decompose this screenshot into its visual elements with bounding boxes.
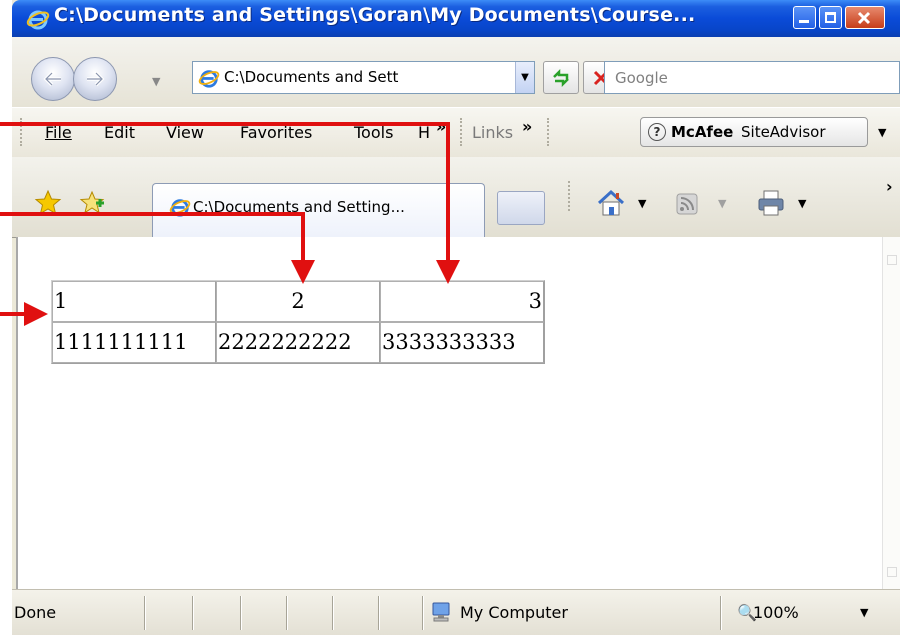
scroll-down-grip[interactable] [887,567,897,577]
status-divider [422,596,424,630]
address-input[interactable]: C:\Documents and Sett [224,68,489,86]
menu-bar: File Edit View Favorites Tools H » Links… [12,107,900,158]
table-cell: 1 [52,281,216,322]
title-bar[interactable]: C:\Documents and Settings\Goran\My Docum… [12,0,900,37]
menu-file-label: File [45,123,72,142]
status-divider [192,596,194,630]
minimize-icon [799,20,809,23]
links-button[interactable]: Links [472,123,513,142]
ie-page-icon [169,199,191,217]
maximize-icon [825,12,836,23]
feeds-dropdown-icon[interactable]: ▼ [718,197,726,210]
refresh-icon [553,68,569,88]
menu-overflow-chevron[interactable]: » [436,117,446,136]
status-divider [240,596,242,630]
menu-edit-label: Edit [104,123,135,142]
forward-button[interactable] [73,57,117,101]
table-cell: 2222222222 [216,322,380,363]
home-icon[interactable] [596,189,626,217]
vertical-scrollbar[interactable] [882,237,900,589]
print-icon[interactable] [756,189,786,217]
mcafee-product-label: SiteAdvisor [741,123,826,141]
table-cell: 1111111111 [52,322,216,363]
chevron-down-icon[interactable]: ▼ [515,62,534,93]
menu-separator [460,118,464,146]
back-button[interactable] [31,57,75,101]
links-overflow-chevron[interactable]: » [522,117,532,136]
tab-title: C:\Documents and Setting... [193,198,405,216]
toolbar-overflow-chevron[interactable]: › [886,177,893,196]
help-circle-icon: ? [648,123,666,141]
favorites-star-icon[interactable] [34,189,62,217]
search-input[interactable]: Google [615,69,668,87]
tab-bar: C:\Documents and Setting... ▼ ▼ ▼ › [12,157,900,238]
status-bar: Done My Computer 🔍 100% ▼ [12,589,900,635]
menu-tools[interactable]: Tools [354,123,393,142]
search-box[interactable]: Google [604,61,900,94]
feeds-icon[interactable] [676,193,698,215]
ie-logo-icon [26,10,50,30]
mcafee-dropdown-icon[interactable]: ▼ [878,126,886,139]
menu-favorites[interactable]: Favorites [240,123,312,142]
status-divider [144,596,146,630]
links-label: Links [472,123,514,142]
data-table: 1 2 3 1111111111 2222222222 3333333333 [51,280,545,364]
mcafee-siteadvisor-button[interactable]: ? McAfee SiteAdvisor [640,117,868,147]
status-divider [378,596,380,630]
ie-page-icon [198,70,220,88]
menu-tools-label: Tools [354,123,394,142]
menu-grip [20,118,24,146]
address-bar[interactable]: C:\Documents and Sett ▼ [192,61,535,94]
refresh-button[interactable] [543,61,579,94]
window-title: C:\Documents and Settings\Goran\My Docum… [54,4,696,26]
table-row: 1111111111 2222222222 3333333333 [52,322,544,363]
computer-zone-icon [432,602,450,622]
back-arrow-icon [43,71,61,87]
menu-overflow-label: » [436,117,447,136]
status-text: Done [14,603,57,622]
navigation-bar: ▼ C:\Documents and Sett ▼ Google [12,37,900,107]
menu-edit[interactable]: Edit [104,123,135,142]
recent-pages-dropdown[interactable]: ▼ [152,75,160,88]
close-button[interactable] [845,6,885,29]
toolbar-separator [568,181,570,211]
browser-window: C:\Documents and Settings\Goran\My Docum… [12,0,900,635]
page-content: 1 2 3 1111111111 2222222222 3333333333 [16,237,884,589]
status-divider [720,596,722,630]
security-zone-label: My Computer [460,603,568,622]
menu-help-label: H [418,123,431,142]
tab-current-page[interactable]: C:\Documents and Setting... [152,183,485,237]
close-icon [857,11,871,25]
menu-help[interactable]: H [418,123,430,142]
mcafee-brand-label: McAfee [671,123,734,141]
menu-view-label: View [166,123,204,142]
zoom-dropdown-icon[interactable]: ▼ [860,606,868,619]
menu-file[interactable]: File [45,123,72,142]
menu-favorites-label: Favorites [240,123,313,142]
print-dropdown-icon[interactable]: ▼ [798,197,806,210]
scroll-up-grip[interactable] [887,255,897,265]
home-dropdown-icon[interactable]: ▼ [638,197,646,210]
menu-separator [547,118,551,146]
new-tab-button[interactable] [497,191,545,225]
table-cell: 3 [380,281,544,322]
table-cell: 2 [216,281,380,322]
minimize-button[interactable] [793,6,816,29]
table-cell: 3333333333 [380,322,544,363]
maximize-button[interactable] [819,6,842,29]
menu-view[interactable]: View [166,123,204,142]
status-divider [286,596,288,630]
links-overflow-label: » [522,117,533,136]
zoom-level[interactable]: 100% [753,603,799,622]
add-favorite-icon[interactable] [78,189,106,217]
forward-arrow-icon [87,71,105,87]
table-row: 1 2 3 [52,281,544,322]
status-divider [332,596,334,630]
